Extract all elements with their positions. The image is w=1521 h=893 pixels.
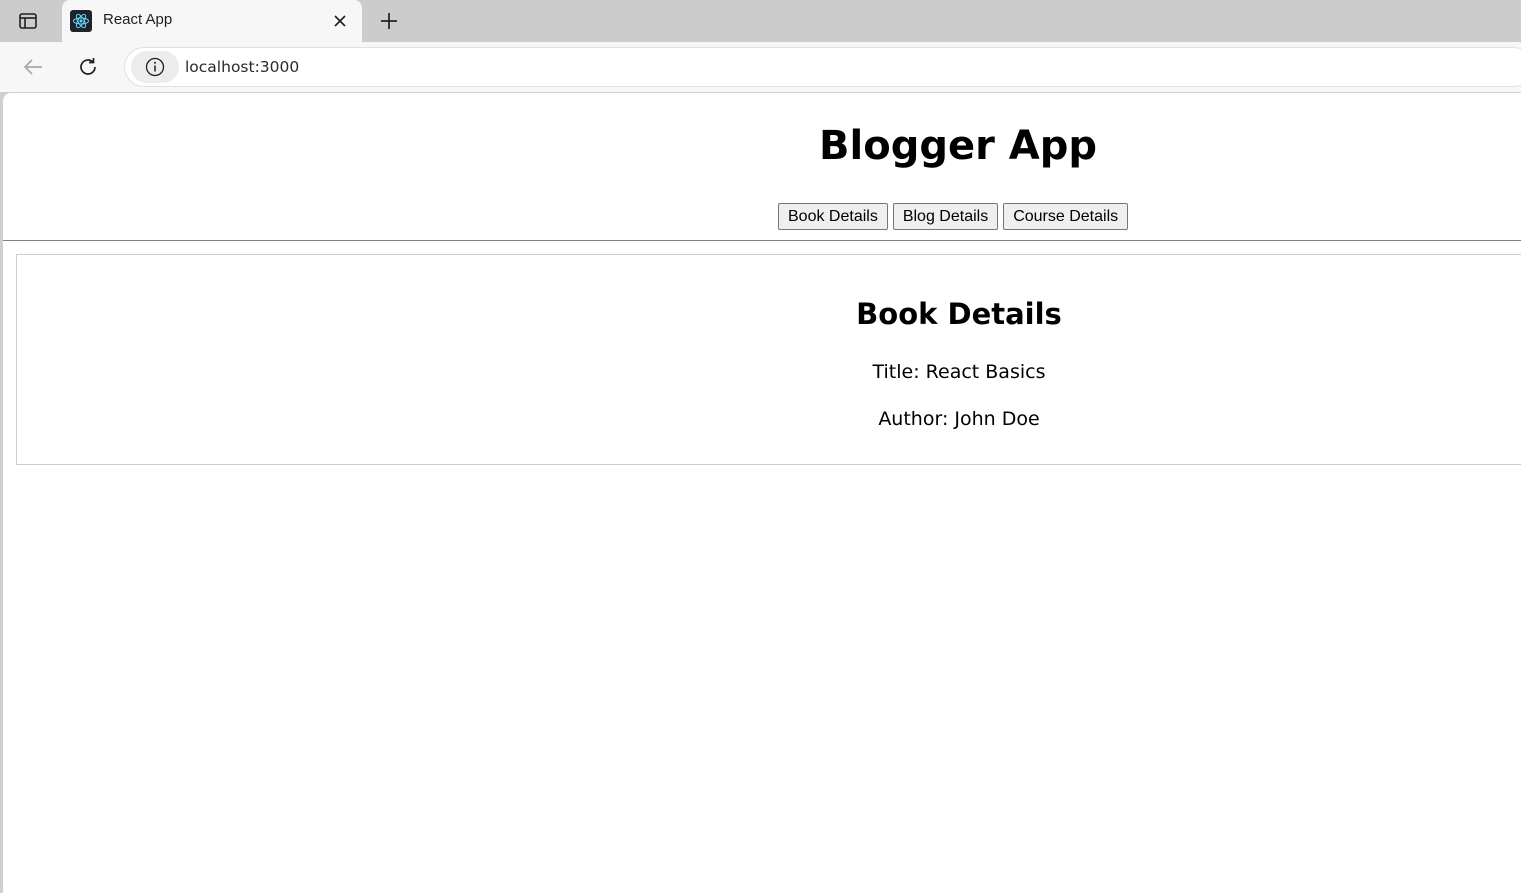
plus-icon	[381, 13, 397, 29]
back-button[interactable]	[17, 51, 49, 83]
tab-strip: React App	[0, 0, 1521, 42]
url-text[interactable]: localhost:3000	[185, 58, 299, 76]
tab-actions-button[interactable]	[8, 6, 48, 36]
app-title: Blogger App	[819, 123, 1097, 169]
header-divider	[3, 240, 1521, 241]
reload-icon	[80, 58, 96, 75]
page-viewport: Blogger App Book Details Blog Details Co…	[3, 93, 1521, 893]
site-info-button[interactable]	[131, 51, 179, 83]
back-arrow-icon	[23, 59, 42, 75]
tab-actions-icon	[19, 13, 37, 29]
course-details-button[interactable]: Course Details	[1003, 203, 1129, 230]
app-header: Blogger App Book Details Blog Details Co…	[3, 93, 1521, 241]
close-icon	[334, 15, 346, 27]
card-heading: Book Details	[856, 297, 1062, 331]
tab-close-button[interactable]	[330, 11, 350, 31]
browser-toolbar: localhost:3000	[0, 42, 1521, 92]
active-tab[interactable]: React App	[62, 0, 362, 42]
book-title-text: Title: React Basics	[872, 361, 1046, 383]
book-details-button[interactable]: Book Details	[778, 203, 888, 230]
nav-buttons: Book Details Blog Details Course Details	[778, 203, 1129, 230]
details-card: Book Details Title: React Basics Author:…	[16, 254, 1521, 465]
book-author-text: Author: John Doe	[878, 408, 1040, 430]
new-tab-button[interactable]	[374, 6, 404, 36]
reload-button[interactable]	[72, 51, 104, 83]
tab-title: React App	[103, 11, 173, 28]
address-bar[interactable]: localhost:3000	[124, 47, 1521, 87]
info-icon	[145, 57, 165, 77]
blog-details-button[interactable]: Blog Details	[892, 203, 999, 230]
react-logo-icon	[70, 10, 92, 32]
